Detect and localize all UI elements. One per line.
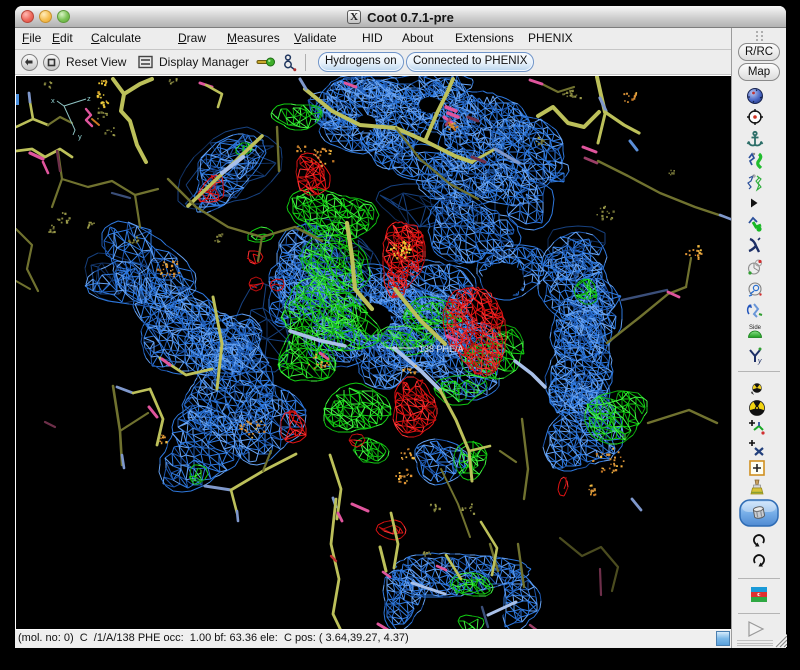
- svg-text:x: x: [51, 96, 55, 105]
- svg-text:138 PHE/A: 138 PHE/A: [419, 344, 464, 354]
- svg-text:y: y: [78, 132, 82, 141]
- svg-text:z: z: [87, 94, 91, 103]
- svg-text:Side: Side: [749, 325, 762, 331]
- svg-text:y: y: [757, 358, 762, 365]
